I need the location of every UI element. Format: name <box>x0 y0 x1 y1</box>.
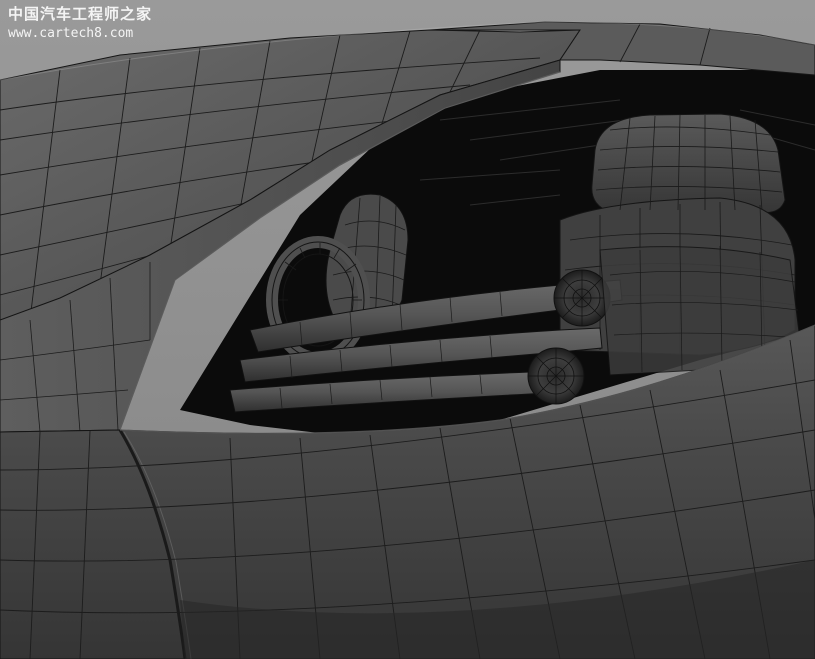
door-speaker-upper <box>553 269 611 327</box>
car-wireframe-render <box>0 0 815 659</box>
door-speaker-lower <box>527 347 585 405</box>
modeling-viewport[interactable]: 中国汽车工程师之家 www.cartech8.com <box>0 0 815 659</box>
